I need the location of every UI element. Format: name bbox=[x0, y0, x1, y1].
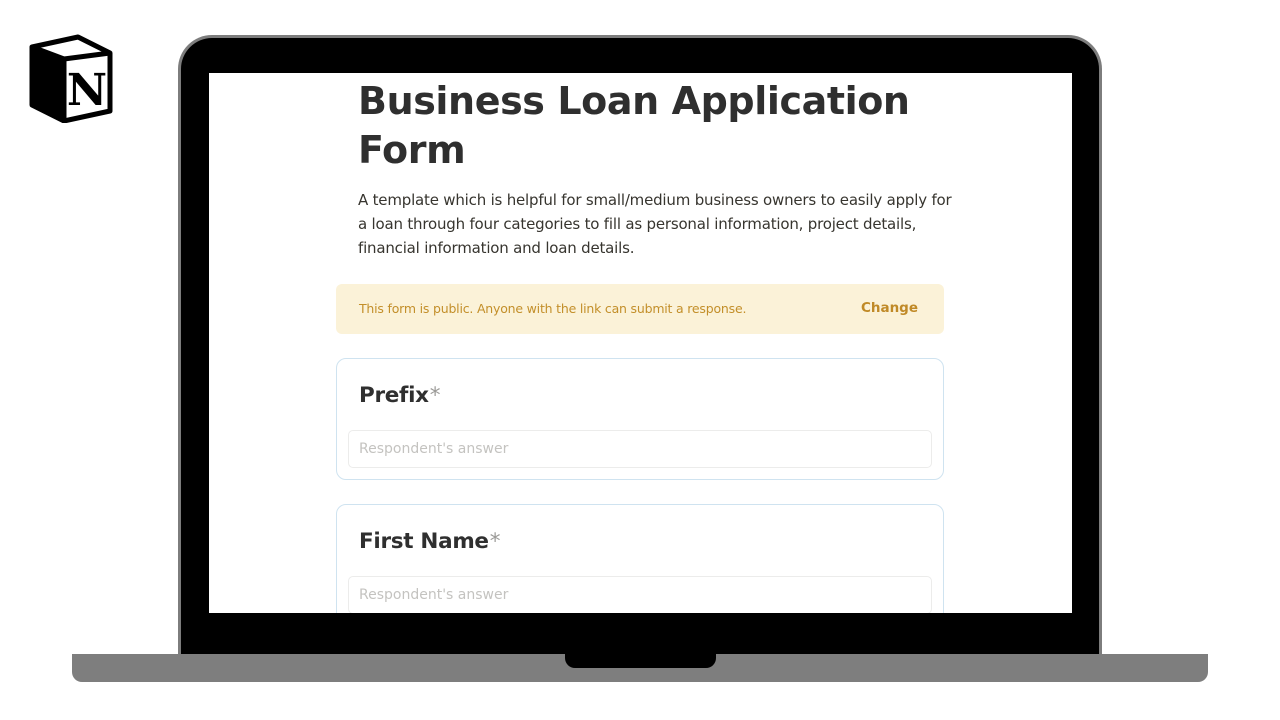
notion-logo: N bbox=[28, 33, 114, 124]
page-title: Business Loan Application Form bbox=[358, 79, 910, 172]
question-card-prefix: Prefix* bbox=[336, 358, 944, 480]
laptop-screen: Business Loan Application Form A templat… bbox=[209, 73, 1072, 613]
question-label-text: First Name bbox=[359, 529, 489, 554]
notion-logo-letter: N bbox=[67, 65, 107, 116]
notice-text: This form is public. Anyone with the lin… bbox=[359, 301, 747, 316]
stage: N Business Loan Application Form A templ… bbox=[0, 0, 1280, 720]
public-form-notice: This form is public. Anyone with the lin… bbox=[336, 284, 944, 334]
page-description: A template which is helpful for small/me… bbox=[358, 191, 952, 257]
laptop-notch bbox=[565, 654, 716, 668]
question-card-first-name: First Name* bbox=[336, 504, 944, 613]
required-mark: * bbox=[429, 383, 441, 408]
first-name-answer-input[interactable] bbox=[348, 576, 932, 613]
notion-logo-icon: N bbox=[29, 34, 113, 124]
required-mark: * bbox=[489, 529, 501, 554]
question-label: First Name* bbox=[359, 529, 500, 554]
change-visibility-button[interactable]: Change bbox=[861, 300, 918, 316]
question-label: Prefix* bbox=[359, 383, 441, 408]
prefix-answer-input[interactable] bbox=[348, 430, 932, 468]
question-label-text: Prefix bbox=[359, 383, 429, 408]
